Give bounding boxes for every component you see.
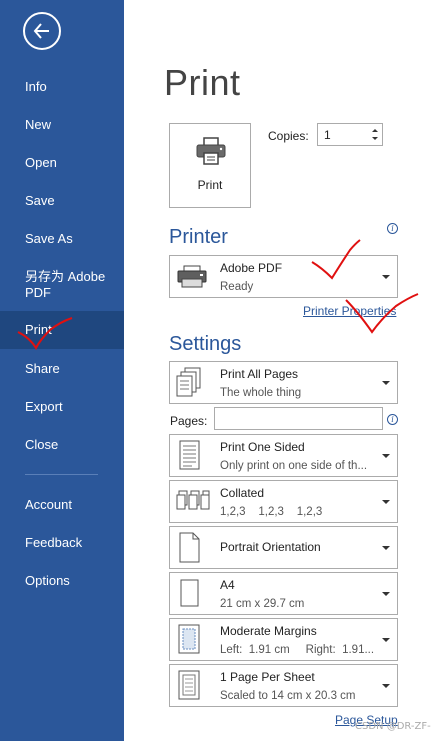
nav-close[interactable]: Close <box>0 426 124 464</box>
print-button-label: Print <box>197 178 223 192</box>
sides-subtitle: Only print on one side of th... <box>220 460 368 472</box>
portrait-icon <box>179 532 200 562</box>
print-range-dropdown[interactable]: Print All Pages The whole thing <box>169 361 398 404</box>
sides-dropdown[interactable]: Print One Sided Only print on one side o… <box>169 434 398 477</box>
nav-new[interactable]: New <box>0 106 124 144</box>
paper-size-dropdown[interactable]: A4 21 cm x 29.7 cm <box>169 572 398 615</box>
print-pane: Print Print Copies: 1 Printer i Adobe PD… <box>124 0 448 741</box>
print-range-subtitle: The whole thing <box>220 387 302 399</box>
pages-icon <box>176 367 201 396</box>
nav-save[interactable]: Save <box>0 182 124 220</box>
chevron-down-icon <box>382 591 390 596</box>
chevron-down-icon <box>382 545 390 550</box>
pages-info-icon[interactable]: i <box>387 414 398 425</box>
pages-per-sheet-title: 1 Page Per Sheet <box>220 670 315 684</box>
printer-section-title: Printer <box>169 226 228 248</box>
printer-device-icon <box>177 265 207 287</box>
pages-per-sheet-dropdown[interactable]: 1 Page Per Sheet Scaled to 14 cm x 20.3 … <box>169 664 398 707</box>
collation-title: Collated <box>220 486 265 500</box>
nav-save-as-adobe-pdf[interactable]: 另存为 Adobe PDF <box>0 266 110 304</box>
margins-icon <box>178 624 200 653</box>
copies-increment-button[interactable] <box>370 126 380 135</box>
printer-status: Ready <box>220 281 254 293</box>
copies-stepper[interactable]: 1 <box>317 123 383 146</box>
nav-feedback[interactable]: Feedback <box>0 524 124 562</box>
printer-info-icon[interactable]: i <box>387 223 398 234</box>
margins-dropdown[interactable]: Moderate Margins Left: 1.91 cm Right: 1.… <box>169 618 398 661</box>
one-sided-icon <box>179 440 200 469</box>
collated-icon <box>176 490 210 509</box>
chevron-down-icon <box>382 683 390 688</box>
back-button[interactable] <box>23 12 61 50</box>
print-range-title: Print All Pages <box>220 367 299 381</box>
paper-size-subtitle: 21 cm x 29.7 cm <box>220 598 305 610</box>
nav-options[interactable]: Options <box>0 562 124 600</box>
margins-subtitle: Left: 1.91 cm Right: 1.91... <box>220 644 375 656</box>
nav-save-as[interactable]: Save As <box>0 220 124 258</box>
nav-print[interactable]: Print <box>0 311 124 349</box>
printer-properties-link[interactable]: Printer Properties <box>303 304 396 318</box>
print-button[interactable]: Print <box>169 123 251 208</box>
watermark: CSDN @DR-ZF- <box>355 721 431 732</box>
copies-decrement-button[interactable] <box>370 135 380 144</box>
collation-dropdown[interactable]: Collated 1,2,3 1,2,3 1,2,3 <box>169 480 398 523</box>
pages-input[interactable] <box>214 407 383 430</box>
nav-info[interactable]: Info <box>0 68 124 106</box>
nav-open[interactable]: Open <box>0 144 124 182</box>
copies-label: Copies: <box>268 129 309 143</box>
margins-title: Moderate Margins <box>220 624 317 638</box>
copies-value[interactable]: 1 <box>324 128 331 142</box>
page-title: Print <box>164 62 241 103</box>
nav-account[interactable]: Account <box>0 486 124 524</box>
paper-size-title: A4 <box>220 578 235 592</box>
chevron-down-icon <box>382 453 390 458</box>
settings-section-title: Settings <box>169 333 242 355</box>
pages-per-sheet-subtitle: Scaled to 14 cm x 20.3 cm <box>220 690 356 702</box>
chevron-down-icon <box>382 637 390 642</box>
paper-size-icon <box>180 579 199 606</box>
printer-icon <box>196 137 226 165</box>
printer-dropdown[interactable]: Adobe PDF Ready <box>169 255 398 298</box>
collation-subtitle: 1,2,3 1,2,3 1,2,3 <box>220 506 323 518</box>
nav-share[interactable]: Share <box>0 350 124 388</box>
back-arrow-icon <box>33 23 49 39</box>
orientation-dropdown[interactable]: Portrait Orientation <box>169 526 398 569</box>
chevron-down-icon <box>382 499 390 504</box>
nav-divider <box>25 474 98 475</box>
backstage-sidebar: Info New Open Save Save As 另存为 Adobe PDF… <box>0 0 124 741</box>
printer-name: Adobe PDF <box>220 261 283 275</box>
orientation-title: Portrait Orientation <box>220 540 321 554</box>
nav-export[interactable]: Export <box>0 388 124 426</box>
pages-label: Pages: <box>170 414 208 428</box>
chevron-down-icon <box>382 274 390 279</box>
chevron-down-icon <box>382 380 390 385</box>
pages-per-sheet-icon <box>178 670 200 699</box>
sides-title: Print One Sided <box>220 440 305 454</box>
